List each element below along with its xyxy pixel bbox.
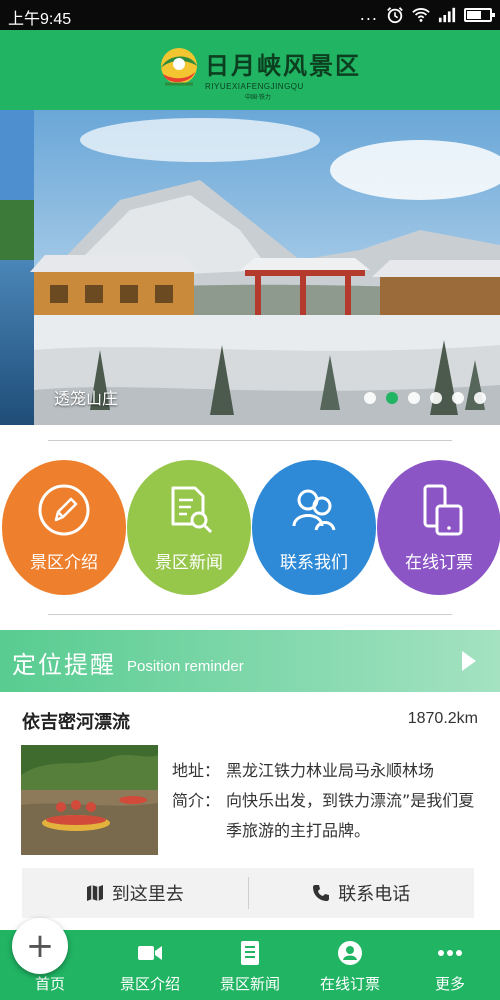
document-search-icon	[171, 486, 213, 534]
nav-more[interactable]: 更多	[400, 930, 500, 1000]
carousel-indicators[interactable]	[364, 392, 486, 404]
address-label: 地址：	[172, 761, 221, 780]
location-info: 地址： 黑龙江铁力林业局马永顺林场 简介： 向快乐出发，到铁力漂流”是我们夏季旅…	[172, 756, 482, 846]
video-icon	[138, 946, 162, 960]
phone-icon	[313, 885, 330, 901]
news-button[interactable]: 景区新闻	[127, 460, 251, 595]
carousel-dot[interactable]	[474, 392, 486, 404]
intro-row: 简介： 向快乐出发，到铁力漂流”是我们夏季旅游的主打品牌。	[172, 786, 482, 846]
address-value: 黑龙江铁力林业局马永顺林场	[226, 761, 435, 780]
user-icon	[338, 941, 362, 965]
navigate-label: 到这里去	[111, 884, 184, 905]
image-carousel[interactable]: 透笼山庄	[0, 110, 500, 425]
app-header: 日月峡风景区 RIYUEXIAFENGJINGQU 中国·铁力	[0, 30, 500, 110]
nav-intro-label: 景区介绍	[119, 975, 180, 993]
carousel-caption: 透笼山庄	[54, 389, 119, 408]
status-icons: ...	[359, 5, 495, 24]
reminder-title: 定位提醒	[12, 651, 116, 679]
carousel-dot[interactable]	[452, 392, 464, 404]
signal-icon	[438, 7, 456, 23]
contact-button-label: 联系我们	[280, 553, 348, 573]
add-fab-button[interactable]: +	[12, 918, 68, 974]
call-label: 联系电话	[338, 884, 411, 905]
carousel-slide-image	[0, 110, 500, 425]
nav-news[interactable]: 景区新闻	[200, 930, 300, 1000]
status-dots: ...	[359, 5, 378, 24]
battery-icon	[464, 8, 495, 22]
play-arrow-icon[interactable]	[462, 651, 476, 671]
carousel-dot[interactable]	[364, 392, 376, 404]
news-button-label: 景区新闻	[155, 553, 223, 573]
nav-news-label: 景区新闻	[219, 975, 280, 993]
intro-button-label: 景区介绍	[30, 553, 98, 573]
nav-booking[interactable]: 在线订票	[300, 930, 400, 1000]
brand-subtitle: RIYUEXIAFENGJINGQU	[205, 82, 304, 91]
location-distance: 1870.2km	[407, 710, 478, 727]
carousel-dot[interactable]	[430, 392, 442, 404]
brand-title: 日月峡风景区	[205, 51, 361, 80]
contact-button[interactable]: 联系我们	[252, 460, 376, 595]
carousel-dot[interactable]	[408, 392, 420, 404]
scenic-logo-icon	[161, 48, 197, 86]
status-bar: 上午9:45 ...	[0, 0, 500, 30]
location-name[interactable]: 依吉密河漂流	[22, 708, 130, 734]
phone-tablet-icon	[423, 484, 463, 536]
divider-bottom	[48, 614, 452, 615]
intro-value: 向快乐出发，到铁力漂流”是我们夏季旅游的主打品牌。	[226, 791, 475, 840]
navigate-button[interactable]: 到这里去	[22, 868, 248, 918]
location-actions: 到这里去 联系电话	[22, 868, 474, 918]
call-button[interactable]: 联系电话	[249, 868, 475, 918]
intro-label: 简介：	[172, 791, 221, 810]
status-time: 上午9:45	[8, 11, 72, 28]
pencil-icon	[38, 484, 90, 536]
map-icon	[86, 885, 103, 901]
quick-links: 景区介绍 景区新闻 联系我们 在线订票	[0, 460, 500, 595]
contacts-icon	[292, 489, 336, 531]
nav-intro[interactable]: 景区介绍	[100, 930, 200, 1000]
alarm-icon	[387, 7, 403, 24]
intro-button[interactable]: 景区介绍	[2, 460, 126, 595]
location-photo[interactable]	[21, 745, 158, 855]
nav-more-label: 更多	[434, 975, 465, 993]
address-row: 地址： 黑龙江铁力林业局马永顺林场	[172, 756, 482, 786]
more-icon	[438, 950, 462, 956]
wifi-icon	[412, 8, 430, 22]
booking-button-label: 在线订票	[405, 553, 473, 573]
position-reminder-banner[interactable]: 定位提醒 Position reminder	[0, 630, 500, 692]
brand: 日月峡风景区 RIYUEXIAFENGJINGQU 中国·铁力	[205, 46, 361, 101]
rafting-image	[21, 745, 158, 855]
divider-top	[48, 440, 452, 441]
booking-button[interactable]: 在线订票	[377, 460, 500, 595]
nav-home-label: 首页	[34, 975, 65, 993]
news-icon	[241, 941, 259, 965]
reminder-subtitle: Position reminder	[127, 658, 244, 675]
brand-location: 中国·铁力	[245, 94, 271, 101]
nav-booking-label: 在线订票	[319, 975, 380, 993]
carousel-dot[interactable]	[386, 392, 398, 404]
bottom-navigation: 首页 景区介绍 景区新闻 在线订票 更多	[0, 930, 500, 1000]
